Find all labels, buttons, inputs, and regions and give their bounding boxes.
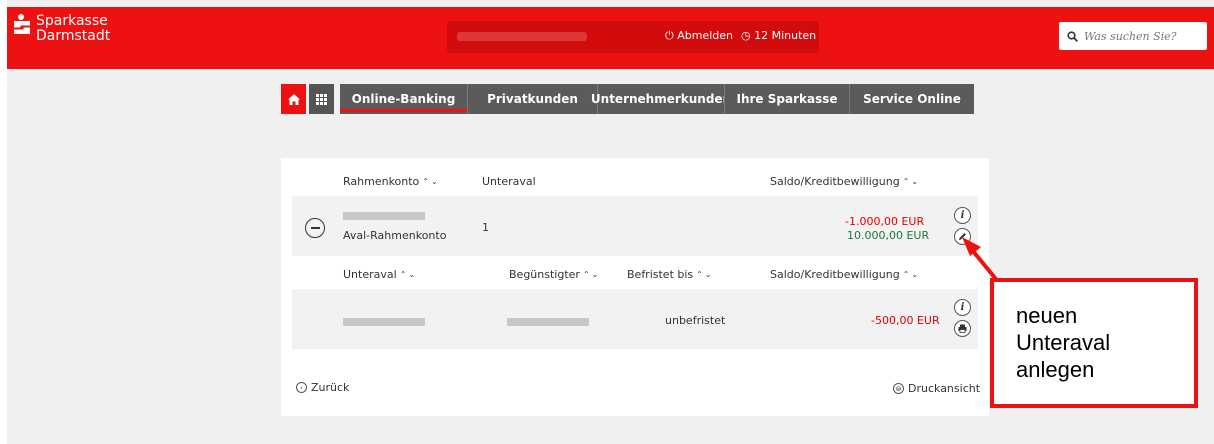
redacted-unteraval xyxy=(343,318,425,326)
logo-line-2: Darmstadt xyxy=(36,28,111,44)
logout-button[interactable]: ⏻ Abmelden xyxy=(665,29,733,43)
home-icon xyxy=(287,93,300,105)
redacted-username xyxy=(457,32,587,41)
info-icon: i xyxy=(960,302,965,313)
chevron-left-icon: ‹ xyxy=(296,382,307,393)
header-unteraval-2[interactable]: Unteraval ⌃⌄ xyxy=(343,268,417,281)
header-saldo[interactable]: Saldo/Kreditbewilligung ⌃⌄ xyxy=(770,175,920,188)
tab-unternehmerkunden[interactable]: Unternehmerkunden xyxy=(591,84,731,114)
sparkasse-logo[interactable]: Sparkasse Darmstadt xyxy=(14,14,110,44)
header-unteraval: Unteraval xyxy=(482,175,536,188)
info-button[interactable]: i xyxy=(954,207,971,224)
account-name: Aval-Rahmenkonto xyxy=(343,229,447,242)
search-placeholder: Was suchen Sie? xyxy=(1084,29,1177,43)
main-navigation: Online-Banking Privatkunden Unternehmerk… xyxy=(281,84,974,114)
apps-grid-button[interactable] xyxy=(309,84,334,114)
sort-icon[interactable]: ⌃⌄ xyxy=(903,177,920,186)
print-view-link[interactable]: ⊜ Druckansicht xyxy=(893,382,980,395)
printer-icon xyxy=(958,324,967,333)
collapse-button[interactable] xyxy=(305,218,325,238)
back-link[interactable]: ‹ Zurück xyxy=(296,381,349,394)
annotation-callout: neuen Unteraval anlegen xyxy=(990,278,1198,408)
sort-icon[interactable]: ⌃⌄ xyxy=(422,177,439,186)
header-bar: Sparkasse Darmstadt ⏻ Abmelden ◷ 12 Minu… xyxy=(7,7,1214,69)
header-rahmenkonto[interactable]: Rahmenkonto ⌃⌄ xyxy=(343,175,440,188)
sort-icon[interactable]: ⌃⌄ xyxy=(583,270,600,279)
tab-privatkunden[interactable]: Privatkunden xyxy=(467,84,597,114)
sort-icon[interactable]: ⌃⌄ xyxy=(903,270,920,279)
redacted-account-number xyxy=(343,212,425,220)
unteraval-count: 1 xyxy=(482,221,489,234)
kreditbewilligung-value: 10.000,00 EUR xyxy=(847,229,930,242)
sparkasse-s-icon xyxy=(14,14,30,34)
info-icon: i xyxy=(960,210,965,221)
aval-card: Rahmenkonto ⌃⌄ Unteraval Saldo/Kreditbewi… xyxy=(281,158,989,416)
tab-online-banking[interactable]: Online-Banking xyxy=(340,84,467,114)
redacted-beguenstigter xyxy=(507,318,589,326)
print-button[interactable] xyxy=(954,320,971,337)
logo-line-1: Sparkasse xyxy=(36,13,108,29)
sort-icon[interactable]: ⌃⌄ xyxy=(696,270,713,279)
session-box: ⏻ Abmelden ◷ 12 Minuten xyxy=(447,21,819,53)
tab-ihre-sparkasse[interactable]: Ihre Sparkasse xyxy=(724,84,849,114)
header-beguenstigter[interactable]: Begünstigter ⌃⌄ xyxy=(509,268,600,281)
session-timer: ◷ 12 Minuten xyxy=(740,29,817,42)
grid-icon xyxy=(316,93,327,105)
header-saldo-2[interactable]: Saldo/Kreditbewilligung ⌃⌄ xyxy=(770,268,920,281)
pencil-icon xyxy=(959,233,966,240)
clock-icon: ◷ xyxy=(740,29,751,42)
saldo-value: -1.000,00 EUR xyxy=(845,215,925,228)
befristet-value: unbefristet xyxy=(665,314,726,327)
info-button-2[interactable]: i xyxy=(954,299,971,316)
search-input[interactable]: Was suchen Sie? xyxy=(1059,22,1207,50)
power-icon: ⏻ xyxy=(665,29,674,42)
edit-button[interactable] xyxy=(954,228,971,245)
home-button[interactable] xyxy=(281,84,306,114)
saldo-value-2: -500,00 EUR xyxy=(871,314,940,327)
sort-icon[interactable]: ⌃⌄ xyxy=(400,270,417,279)
search-icon xyxy=(1067,30,1078,42)
tab-service-online[interactable]: Service Online xyxy=(849,84,974,114)
header-befristet-bis[interactable]: Befristet bis ⌃⌄ xyxy=(627,268,714,281)
printer-icon: ⊜ xyxy=(893,383,904,394)
